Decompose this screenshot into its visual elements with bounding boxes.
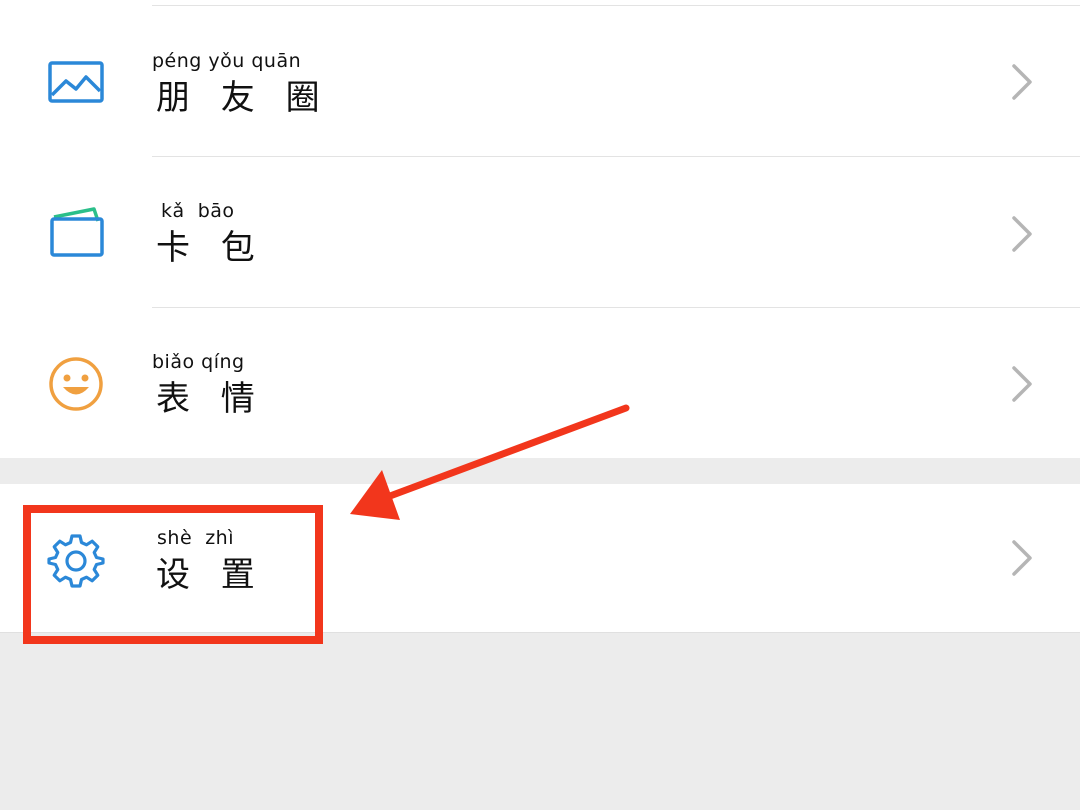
divider <box>152 307 1080 308</box>
divider <box>152 156 1080 157</box>
menu-item-card-wallet[interactable]: kǎ bāo 卡 包 <box>0 156 1080 306</box>
chevron-right-icon <box>1012 540 1032 576</box>
annotation-highlight-box <box>23 505 323 644</box>
chinese-text: 朋 友 圈 <box>156 78 330 118</box>
divider <box>152 5 1080 6</box>
menu-item-label: kǎ bāo 卡 包 <box>152 200 452 269</box>
chinese-text: 卡 包 <box>156 228 265 268</box>
pinyin-text: biǎo qíng <box>152 351 245 373</box>
smiley-icon <box>49 357 103 411</box>
menu-group-main: péng yǒu quān 朋 友 圈 kǎ bāo 卡 包 biǎo qíng… <box>0 0 1080 458</box>
pinyin-text: péng yǒu quān <box>152 50 302 72</box>
menu-item-label: péng yǒu quān 朋 友 圈 <box>152 50 452 119</box>
menu-item-moments[interactable]: péng yǒu quān 朋 友 圈 <box>0 5 1080 155</box>
pinyin-text: kǎ bāo <box>161 200 235 222</box>
photo-album-icon <box>48 61 104 103</box>
chevron-right-icon <box>1012 216 1032 252</box>
chevron-right-icon <box>1012 64 1032 100</box>
chevron-right-icon <box>1012 366 1032 402</box>
annotation-arrow-icon <box>350 404 630 520</box>
wallet-icon <box>50 207 104 257</box>
